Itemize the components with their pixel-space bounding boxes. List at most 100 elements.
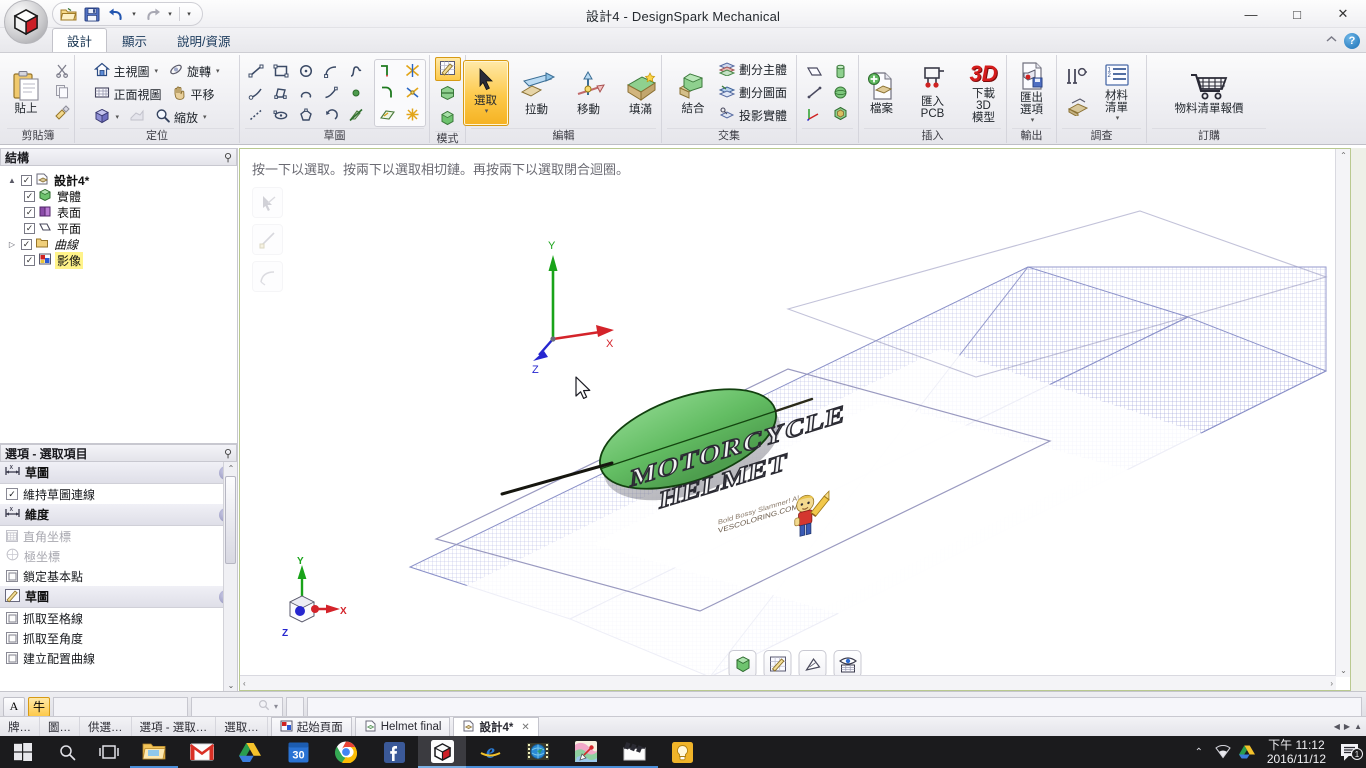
bottom-field-1[interactable] [53,696,188,717]
status-item-0[interactable]: 牌… [0,717,40,736]
viewport-scroll-right-icon[interactable]: › [1330,678,1333,689]
show-hidden-icons-button[interactable]: ⌃ [1187,747,1211,758]
sketch-tool-curve[interactable] [319,82,344,104]
movie-maker-icon[interactable] [610,736,658,768]
customize-chevron-icon[interactable]: ▾ [184,10,194,18]
viewport-horizontal-scrollbar[interactable]: ‹ › [240,675,1336,690]
shape-tool[interactable] [828,103,854,124]
split-body-button[interactable]: 劃分主體 [718,59,787,81]
pin-icon[interactable]: ⚲ [224,151,232,164]
previous-view-button[interactable] [129,106,145,128]
sketch-tool-construction-line[interactable] [244,104,269,126]
redo-arrow-icon[interactable] [141,4,163,24]
status-nav-up-icon[interactable]: ▲ [1354,722,1362,731]
viewport-scroll-up-icon[interactable]: ⌃ [1339,151,1348,160]
view-cube-button[interactable]: ▾ [94,106,119,128]
viewport-display-grid-button[interactable] [833,650,862,678]
units-tool-button[interactable]: 牛 [28,696,50,717]
bom-button[interactable]: 1 2 材料 清單 ▾ [1094,60,1140,125]
tree-node-plane[interactable]: ✓ 平面 [6,220,237,236]
pan-button[interactable]: 平移 [171,83,215,105]
paint-icon[interactable] [562,736,610,768]
3d-viewport[interactable]: 按一下以選取。按兩下以選取相切鏈。再按兩下以選取閉合迴圈。 Y X Z MOTO… [239,148,1351,691]
pull-button[interactable]: 拉動 [513,66,561,119]
insert-file-button[interactable]: 檔案 [859,67,905,118]
split-face-button[interactable]: 劃分圖面 [718,82,787,104]
google-drive-tray-icon[interactable] [1235,745,1259,759]
viewport-solid-mode-button[interactable] [728,650,757,678]
keep-sketch-connected-checkbox[interactable]: ✓ [6,488,18,500]
option-polar[interactable]: 極坐標 [0,546,237,566]
bom-quote-button[interactable]: 物料清單報價 [1153,67,1265,118]
calendar-icon[interactable]: 30 [274,736,322,768]
viewport-sketch-mode-button[interactable] [763,650,792,678]
rotate-button[interactable]: 旋轉 ▾ [168,60,220,82]
sketch-tool-tangent-arc[interactable] [319,60,344,82]
doc-tab-helmet-final[interactable]: Helmet final [354,717,451,736]
tree-node-root[interactable]: ▲ ✓ 設計4* [6,172,237,188]
status-item-4[interactable]: 選取… [216,717,268,736]
options-scrollbar[interactable]: ⌃ ⌄ [223,462,237,692]
options-section-dimension-header[interactable]: X 維度 ⌃ [0,504,237,526]
snap-grid-icon[interactable] [6,612,18,624]
combine-button[interactable]: 結合 [671,67,715,118]
cut-button[interactable] [51,62,73,82]
export-options-button[interactable]: 匯出 選項 ▾ [1009,58,1055,127]
sketch-tool-point[interactable] [344,82,369,104]
chrome-icon[interactable] [322,736,370,768]
move-button[interactable]: 移動 [565,66,613,119]
trim-corner-tool[interactable] [375,60,400,82]
curves-expand-icon[interactable]: ▷ [6,240,18,249]
application-menu-button[interactable] [4,0,48,44]
mode-sketch-button[interactable] [434,57,461,81]
plane-checkbox[interactable]: ✓ [24,222,35,234]
origin-tool[interactable] [802,103,828,124]
view-cube-widget[interactable]: Y X Z [260,556,350,646]
view-cube-dropdown-icon[interactable]: ▾ [113,113,119,121]
snap-angle-icon[interactable] [6,632,18,644]
bom-dropdown-icon[interactable]: ▾ [1114,114,1120,122]
tree-node-image[interactable]: ✓ 影像 [6,251,237,269]
options-scroll-thumb[interactable] [225,476,236,564]
fill-button[interactable]: 填滿 [617,66,665,119]
project-solid-button[interactable]: 投影實體 [718,105,787,127]
option-cartesian[interactable]: 直角坐標 [0,526,237,546]
rotate-dropdown-icon[interactable]: ▾ [214,67,220,75]
undo-arrow-icon[interactable] [105,4,127,24]
sketch-tool-spline[interactable] [344,60,369,82]
minimize-button[interactable]: — [1228,0,1274,28]
option-create-layout-curve[interactable]: 建立配置曲線 [0,648,237,668]
plane-tool[interactable] [802,61,828,82]
tab-help-resources[interactable]: 說明/資源 [162,28,245,52]
3d-scene[interactable]: Y X Z MOTORCYCLE HELMET Bold Bossy Slamm… [240,149,1336,677]
clock[interactable]: 下午 11:12 2016/11/12 [1259,738,1334,766]
option-keep-sketch-connected[interactable]: ✓ 維持草圖連線 [0,484,237,504]
redo-dropdown-icon[interactable]: ▾ [165,10,175,18]
options-section-sketch-header[interactable]: 草圖 ⌃ [0,586,237,608]
sketch-tool-polygon-shape[interactable] [294,104,319,126]
bottom-field-4[interactable] [307,696,1362,717]
status-item-1[interactable]: 圖… [40,717,80,736]
file-explorer-icon[interactable] [130,736,178,768]
explode-tool[interactable] [400,104,425,126]
media-globe-icon[interactable] [514,736,562,768]
notification-icon[interactable]: 1 [1334,743,1364,761]
text-tool-button[interactable]: A [3,696,25,717]
import-pcb-button[interactable]: 匯入 PCB [910,62,956,123]
copy-button[interactable] [51,83,73,103]
tree-node-solid[interactable]: ✓ 實體 [6,188,237,204]
doc-tab-design4[interactable]: 設計4* ✕ [453,717,539,736]
status-item-2[interactable]: 供選… [80,717,132,736]
mode-solid-button[interactable] [435,107,461,131]
status-nav-right-icon[interactable]: ▶ [1344,722,1350,731]
undo-dropdown-icon[interactable]: ▾ [129,10,139,18]
split-tool[interactable] [400,82,425,104]
expand-arrow-icon[interactable]: ▲ [6,176,18,185]
export-options-dropdown-icon[interactable]: ▾ [1029,116,1035,124]
viewport-scroll-down-icon[interactable]: ⌄ [1339,666,1348,675]
mode-section-button[interactable] [435,82,461,106]
paste-button[interactable]: 貼上 [3,67,49,118]
zoom-button[interactable]: 縮放 ▾ [155,106,207,128]
sketch-tool-sweep-arc[interactable] [319,104,344,126]
lock-point-icon[interactable] [6,570,18,582]
